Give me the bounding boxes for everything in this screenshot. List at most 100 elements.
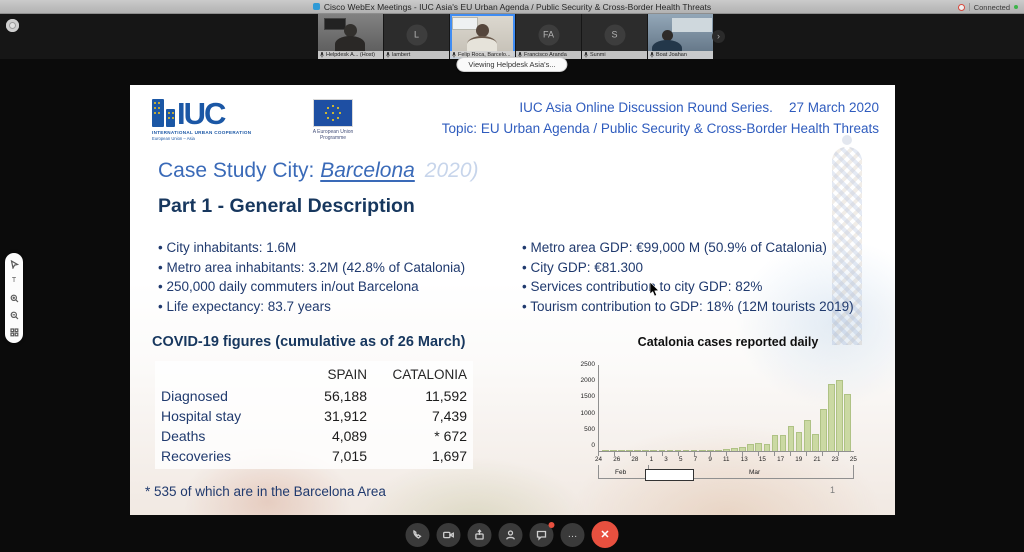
chart-bar (699, 450, 706, 451)
table-cell: * 672 (373, 426, 473, 446)
case-city: Barcelona (320, 159, 415, 182)
covid-table: SPAIN CATALONIA Diagnosed 56,188 11,592 … (155, 361, 473, 469)
x-tick-label: 24 (595, 456, 602, 463)
apps-grid-icon[interactable] (8, 327, 20, 337)
table-cell: 11,592 (373, 386, 473, 406)
table-row-label: Recoveries (157, 446, 285, 466)
audio-button[interactable] (406, 523, 430, 547)
x-tick-label: 17 (777, 456, 784, 463)
webex-logo-icon (313, 3, 320, 10)
participant-name: Boat Joahan (656, 52, 687, 58)
chart-bar (634, 450, 641, 451)
x-tick-label: 5 (679, 456, 683, 463)
text-tool-icon[interactable]: T (8, 276, 20, 286)
chart-bar (610, 450, 617, 451)
chart-bar (755, 443, 762, 451)
x-tick-label: 19 (795, 456, 802, 463)
chart-bar (788, 426, 795, 451)
chart-bar (780, 435, 787, 451)
table-row-label: Diagnosed (157, 386, 285, 406)
table-row-label: Hospital stay (157, 406, 285, 426)
share-content-button[interactable] (468, 523, 492, 547)
participant-thumb-active-speaker[interactable]: Felip Roca, Barcelo... (450, 14, 515, 59)
participant-thumb-initials[interactable]: S Sunmi (582, 14, 647, 59)
chart-bar (772, 435, 779, 452)
chart-bar (691, 450, 698, 451)
x-tick-label: 15 (759, 456, 766, 463)
chat-button[interactable] (530, 523, 554, 547)
x-tick-label: 1 (650, 456, 654, 463)
chart-bar (650, 450, 657, 451)
table-cell: 31,912 (285, 406, 373, 426)
x-tick-label: 13 (741, 456, 748, 463)
chart-bar (715, 450, 722, 451)
eu-flag-icon (314, 100, 352, 126)
bullet-item: Life expectancy: 83.7 years (158, 297, 520, 317)
participant-thumb-initials[interactable]: FA Francisco Aranda (516, 14, 581, 59)
mic-icon (650, 52, 654, 58)
bullet-list-right: Metro area GDP: €99,000 M (50.9% of Cata… (522, 238, 892, 316)
chart-bar (659, 450, 666, 451)
avatar: L (406, 24, 427, 45)
chart-bar (836, 380, 843, 451)
chart-plot-area (598, 365, 854, 452)
participant-name: lambert (392, 52, 410, 58)
chart-bar (804, 420, 811, 451)
mic-icon (452, 52, 456, 58)
slide-page-number: 1 (830, 485, 835, 495)
iuc-logo-region: European Union – Asia (152, 136, 287, 141)
chart-bar (618, 450, 625, 451)
iuc-logo-text: IUC (177, 101, 224, 127)
zoom-out-icon[interactable] (8, 310, 20, 320)
month-label-mar: Mar (749, 469, 760, 476)
y-tick-label: 1500 (581, 394, 595, 400)
table-cell: 56,188 (285, 386, 373, 406)
participants-button[interactable] (499, 523, 523, 547)
chart-month-band: Feb Mar (598, 465, 854, 479)
leave-meeting-button[interactable]: ✕ (592, 521, 619, 548)
chart-bar (764, 444, 771, 451)
chart-title: Catalonia cases reported daily (592, 335, 864, 349)
chart-bar (796, 432, 803, 451)
participant-thumb-video[interactable]: Boat Joahan (648, 14, 713, 59)
eu-caption: A European Union Programme (305, 129, 361, 141)
pointer-tool-icon[interactable] (8, 259, 20, 269)
more-options-button[interactable]: … (561, 523, 585, 547)
participant-thumb-video[interactable]: Helpdesk A... (Host) (318, 14, 383, 59)
chart-bar (844, 394, 851, 451)
topic-line: Topic: EU Urban Agenda / Public Security… (442, 118, 879, 139)
window-titlebar: Cisco WebEx Meetings - IUC Asia's EU Urb… (0, 0, 1024, 14)
filmstrip-next-button[interactable]: › (712, 30, 725, 43)
iuc-logo-subtitle: INTERNATIONAL URBAN COOPERATION (152, 130, 287, 135)
chart-bar (731, 448, 738, 451)
record-indicator-icon[interactable] (958, 4, 965, 11)
bullet-item: Metro area inhabitants: 3.2M (42.8% of C… (158, 258, 520, 278)
slide-header-text: IUC Asia Online Discussion Round Series.… (442, 97, 879, 139)
presentation-slide: IUC INTERNATIONAL URBAN COOPERATION Euro… (130, 85, 895, 515)
bullet-item: City inhabitants: 1.6M (158, 238, 520, 258)
participant-thumb-initials[interactable]: L lambert (384, 14, 449, 59)
daily-cases-chart: Catalonia cases reported daily 250020001… (572, 335, 864, 500)
chart-bar (675, 450, 682, 451)
y-tick-label: 2500 (581, 362, 595, 368)
chart-bar (739, 447, 746, 451)
chart-bar (828, 384, 835, 451)
avatar: FA (538, 24, 559, 45)
webex-ball-button[interactable] (6, 19, 19, 32)
window-title: Cisco WebEx Meetings - IUC Asia's EU Urb… (324, 2, 711, 12)
participant-name: Helpdesk A... (Host) (326, 52, 375, 58)
ghost-text: 2020) (425, 159, 479, 182)
chart-bar (812, 434, 819, 451)
annotation-toolbar: T (5, 253, 23, 343)
x-tick-label: 26 (613, 456, 620, 463)
avatar: S (604, 24, 625, 45)
video-strip: Helpdesk A... (Host) L lambert Felip Roc… (0, 14, 1024, 59)
table-cell: 7,015 (285, 446, 373, 466)
video-button[interactable] (437, 523, 461, 547)
chat-notification-dot (549, 522, 555, 528)
filmstrip: Helpdesk A... (Host) L lambert Felip Roc… (318, 14, 713, 59)
bullet-item: Services contribution to city GDP: 82% (522, 277, 892, 297)
x-tick-label: 21 (813, 456, 820, 463)
zoom-in-icon[interactable] (8, 293, 20, 303)
x-tick-label: 7 (694, 456, 698, 463)
